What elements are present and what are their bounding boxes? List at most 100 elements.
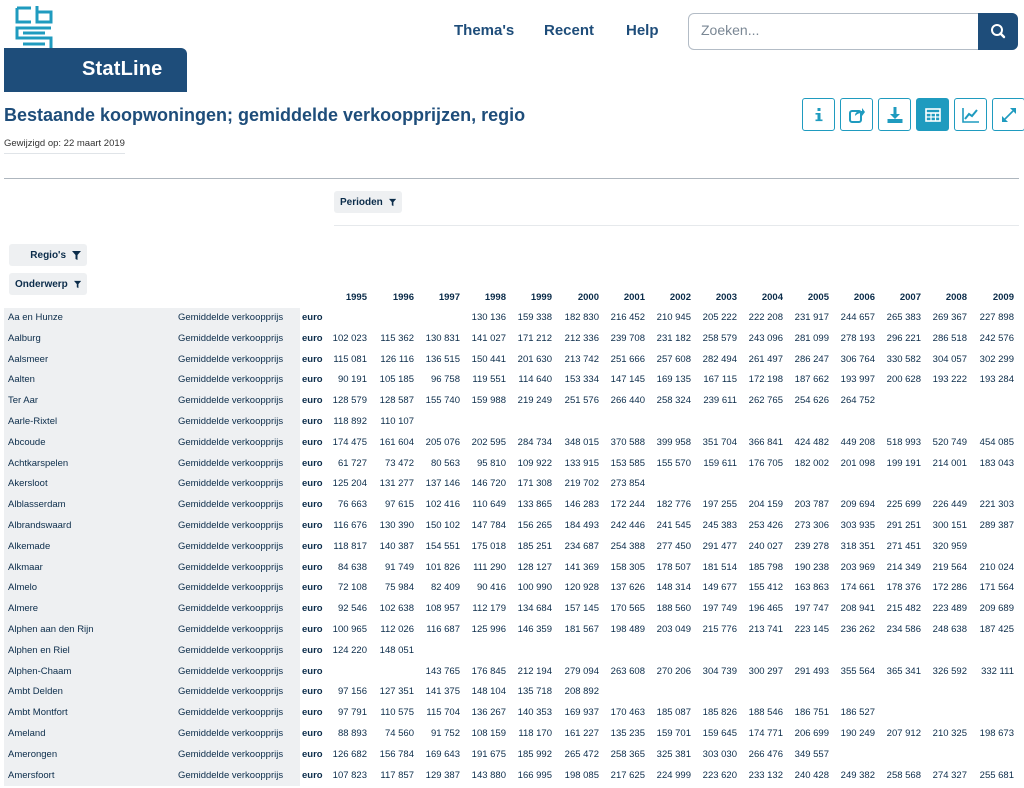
filter-icon[interactable] — [388, 198, 396, 207]
value-cell: 90 416 — [476, 582, 506, 594]
page-title: Bestaande koopwoningen; gemiddelde verko… — [4, 105, 526, 125]
value-cell: 233 132 — [748, 769, 783, 781]
chart-view-button[interactable] — [954, 98, 987, 131]
subject-name: Gemiddelde verkoopprijs — [178, 582, 284, 594]
info-icon — [815, 107, 822, 121]
brand-name[interactable]: StatLine — [82, 58, 163, 81]
region-name: Aarle-Rixtel — [8, 415, 58, 427]
table-row: Ambt Delden Gemiddelde verkoopprijs euro 97… — [4, 682, 1024, 704]
value-cell: 159 338 — [517, 312, 552, 323]
region-cell: Alphen en Riel Gemiddelde verkoopprijs — [4, 640, 300, 662]
year-header: 2000 — [577, 292, 599, 303]
value-cell: 100 965 — [332, 623, 367, 635]
table-row: Aa en Hunze Gemiddelde verkoopprijs euro 13… — [4, 308, 1024, 329]
info-button[interactable] — [802, 98, 835, 131]
value-cell: 193 284 — [979, 374, 1014, 386]
value-cell: 258 579 — [702, 332, 737, 344]
region-name: Ambt Montfort — [8, 707, 68, 719]
table-view-button[interactable] — [916, 98, 949, 131]
periods-filter[interactable]: Perioden — [334, 191, 402, 213]
value-cell: 236 262 — [840, 623, 875, 635]
year-header: 1997 — [438, 292, 460, 303]
value-cell: 155 740 — [425, 395, 460, 407]
nav-themas[interactable]: Thema's — [454, 22, 514, 39]
regions-label: Regio's — [30, 249, 66, 261]
value-cell: 240 428 — [794, 769, 829, 781]
subject-name: Gemiddelde verkoopprijs — [178, 457, 284, 469]
value-cell: 109 922 — [517, 457, 552, 469]
unit-label: euro — [302, 727, 323, 739]
value-cell: 183 043 — [979, 457, 1014, 469]
value-cell: 118 817 — [333, 540, 367, 552]
value-cell: 92 546 — [337, 603, 367, 615]
year-header: 2002 — [669, 292, 691, 303]
region-cell: Alphen-Chaam Gemiddelde verkoopprijs — [4, 661, 300, 683]
value-cell: 263 608 — [610, 665, 645, 677]
value-cell: 196 465 — [748, 603, 783, 615]
download-button[interactable] — [878, 98, 911, 131]
value-cell: 97 156 — [337, 686, 367, 698]
filter-icon[interactable] — [72, 250, 81, 260]
nav-recent[interactable]: Recent — [544, 22, 594, 39]
value-cell: 115 081 — [333, 353, 367, 365]
value-cell: 199 191 — [886, 457, 921, 469]
value-cell: 274 327 — [932, 769, 967, 781]
value-cell: 159 988 — [471, 395, 506, 407]
value-cell: 212 194 — [517, 665, 552, 677]
fullscreen-button[interactable] — [992, 98, 1024, 131]
value-cell: 155 570 — [656, 457, 691, 469]
value-cell: 125 996 — [471, 623, 506, 635]
download-icon — [887, 106, 902, 123]
table-row: Akersloot Gemiddelde verkoopprijs euro 125 … — [4, 474, 1024, 496]
table-row: Abcoude Gemiddelde verkoopprijs euro 174 47… — [4, 432, 1024, 454]
value-cell: 289 387 — [979, 519, 1014, 531]
value-cell: 148 104 — [471, 686, 506, 698]
year-header: 2005 — [807, 292, 829, 303]
value-cell: 131 277 — [379, 478, 414, 490]
region-cell: Ter Aar Gemiddelde verkoopprijs — [4, 391, 300, 412]
value-cell: 135 718 — [517, 686, 552, 698]
value-cell: 88 893 — [337, 727, 367, 739]
share-button[interactable] — [840, 98, 873, 131]
value-cell: 150 102 — [425, 519, 460, 531]
value-cell: 208 892 — [564, 686, 599, 698]
value-cell: 258 568 — [886, 769, 921, 781]
value-cell: 449 208 — [840, 436, 875, 448]
subject-filter[interactable]: Onderwerp — [9, 273, 87, 295]
unit-label: euro — [302, 748, 323, 760]
nav-help[interactable]: Help — [626, 22, 659, 39]
subject-label: Onderwerp — [15, 278, 68, 290]
subject-name: Gemiddelde verkoopprijs — [178, 748, 284, 760]
search-input[interactable] — [701, 22, 971, 38]
value-cell: 95 810 — [476, 457, 506, 469]
value-cell: 84 638 — [337, 561, 367, 573]
value-cell: 188 546 — [748, 707, 783, 719]
value-cell: 520 749 — [932, 436, 967, 448]
value-cell: 300 151 — [932, 519, 967, 531]
region-name: Achtkarspelen — [8, 457, 69, 469]
region-cell: Aalsmeer Gemiddelde verkoopprijs — [4, 349, 300, 371]
search-button[interactable] — [978, 13, 1018, 50]
value-cell: 219 249 — [517, 395, 552, 407]
regions-filter[interactable]: Regio's — [9, 244, 87, 266]
periods-label: Perioden — [340, 196, 383, 208]
value-cell: 210 325 — [932, 727, 967, 739]
unit-label: euro — [302, 457, 323, 469]
table-row: Amerongen Gemiddelde verkoopprijs euro 126 … — [4, 744, 1024, 766]
value-cell: 156 265 — [517, 519, 552, 531]
region-name: Aalsmeer — [8, 353, 49, 365]
value-cell: 291 493 — [794, 665, 829, 677]
value-cell: 140 353 — [517, 707, 552, 719]
value-cell: 281 099 — [794, 332, 829, 344]
value-cell: 156 784 — [379, 748, 414, 760]
filter-icon[interactable] — [73, 280, 81, 289]
subject-name: Gemiddelde verkoopprijs — [178, 478, 284, 490]
value-cell: 197 255 — [702, 499, 737, 511]
value-cell: 273 306 — [794, 519, 829, 531]
view-toolbar — [802, 98, 1024, 131]
value-cell: 215 776 — [702, 623, 737, 635]
table-row: Aalsmeer Gemiddelde verkoopprijs euro 115 0… — [4, 349, 1024, 371]
value-cell: 176 845 — [471, 665, 506, 677]
value-cell: 163 863 — [794, 582, 829, 594]
value-cell: 214 001 — [932, 457, 967, 469]
